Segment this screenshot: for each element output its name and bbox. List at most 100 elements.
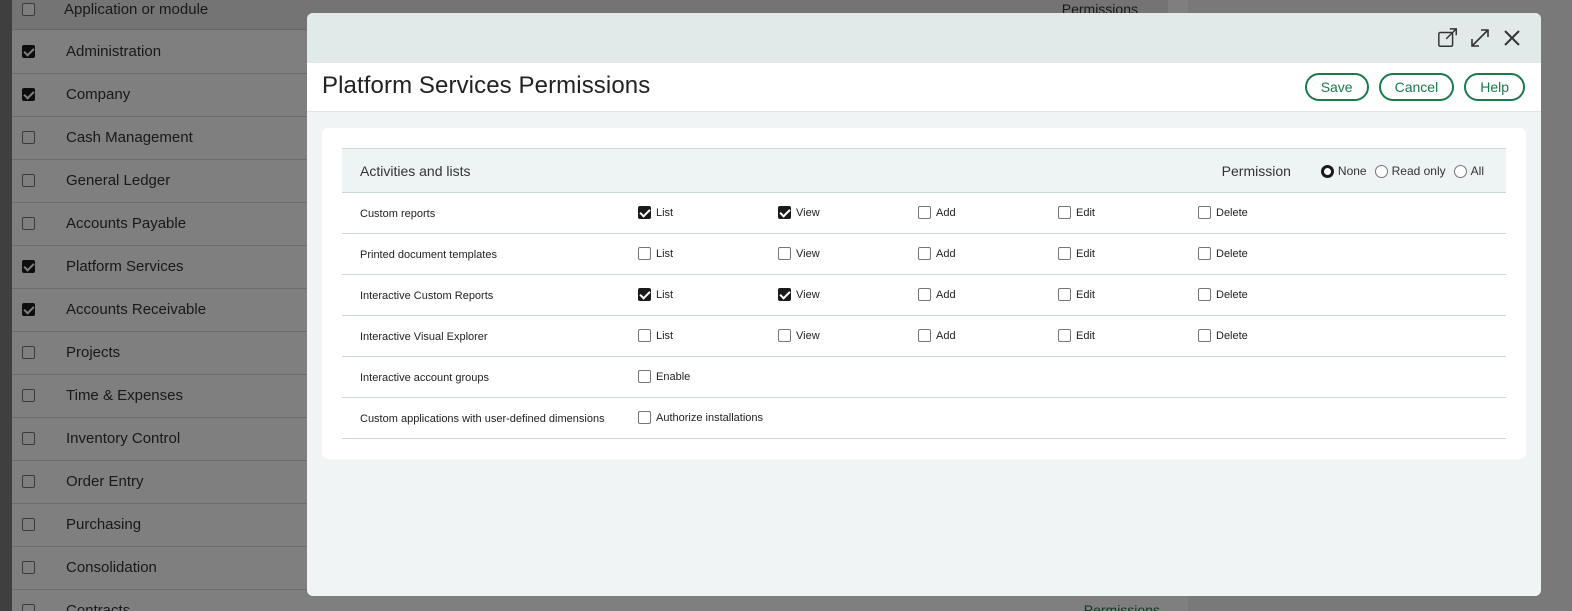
option-label: View bbox=[796, 288, 820, 301]
edit-checkbox[interactable] bbox=[1058, 288, 1071, 301]
permission-radio-read-only[interactable]: Read only bbox=[1374, 164, 1446, 178]
option-view[interactable]: View bbox=[778, 329, 820, 342]
permission-radio-all[interactable]: All bbox=[1453, 164, 1484, 178]
radio-label: All bbox=[1470, 164, 1484, 178]
list-checkbox[interactable] bbox=[638, 288, 651, 301]
list-checkbox[interactable] bbox=[638, 329, 651, 342]
table-row: Custom reports List View Add Edit Delete bbox=[342, 193, 1506, 234]
modal-header: Platform Services Permissions Save Cance… bbox=[307, 63, 1541, 112]
activity-name: Custom reports bbox=[360, 208, 436, 220]
permission-radio-none[interactable]: None bbox=[1320, 164, 1367, 178]
add-checkbox[interactable] bbox=[918, 247, 931, 260]
edit-checkbox[interactable] bbox=[1058, 206, 1071, 219]
activity-name: Printed document templates bbox=[360, 249, 497, 261]
option-delete[interactable]: Delete bbox=[1198, 247, 1248, 260]
view-checkbox[interactable] bbox=[778, 247, 791, 260]
option-label: Edit bbox=[1076, 206, 1095, 219]
help-button[interactable]: Help bbox=[1464, 73, 1525, 101]
option-add[interactable]: Add bbox=[918, 288, 956, 301]
add-checkbox[interactable] bbox=[918, 288, 931, 301]
option-delete[interactable]: Delete bbox=[1198, 288, 1248, 301]
option-list[interactable]: List bbox=[638, 288, 673, 301]
option-edit[interactable]: Edit bbox=[1058, 206, 1095, 219]
option-label: Delete bbox=[1216, 329, 1248, 342]
table-row: Custom applications with user-defined di… bbox=[342, 398, 1506, 439]
option-label: Add bbox=[936, 329, 956, 342]
option-label: View bbox=[796, 329, 820, 342]
option-label: Delete bbox=[1216, 288, 1248, 301]
option-view[interactable]: View bbox=[778, 206, 820, 219]
activity-name: Custom applications with user-defined di… bbox=[360, 413, 605, 425]
option-list[interactable]: List bbox=[638, 329, 673, 342]
option-delete[interactable]: Delete bbox=[1198, 206, 1248, 219]
page-title: Platform Services Permissions bbox=[322, 72, 651, 99]
option-label: List bbox=[656, 206, 674, 219]
option-edit[interactable]: Edit bbox=[1058, 288, 1095, 301]
option-add[interactable]: Add bbox=[918, 247, 956, 260]
delete-checkbox[interactable] bbox=[1198, 288, 1211, 301]
permissions-card: Activities and lists Permission None Read… bbox=[322, 128, 1526, 459]
activity-name: Interactive Visual Explorer bbox=[360, 331, 488, 343]
option-label: List bbox=[656, 247, 674, 260]
permission-radio-group: Permission None Read only All bbox=[1222, 163, 1484, 179]
permissions-table: Activities and lists Permission None Read… bbox=[342, 148, 1506, 439]
expand-icon[interactable] bbox=[1469, 27, 1491, 49]
activity-name: Interactive Custom Reports bbox=[360, 290, 494, 302]
save-button[interactable]: Save bbox=[1304, 73, 1369, 101]
cancel-button[interactable]: Cancel bbox=[1378, 73, 1455, 101]
option-label: List bbox=[656, 329, 674, 342]
option-label: View bbox=[796, 247, 820, 260]
edit-checkbox[interactable] bbox=[1058, 247, 1071, 260]
table-row: Interactive Visual Explorer List View Add Ed… bbox=[342, 316, 1506, 357]
option-view[interactable]: View bbox=[778, 288, 820, 301]
option-label: Add bbox=[936, 206, 956, 219]
option-list[interactable]: List bbox=[638, 206, 673, 219]
option-enable[interactable]: Enable bbox=[638, 370, 690, 383]
radio-button[interactable] bbox=[1320, 164, 1334, 178]
option-delete[interactable]: Delete bbox=[1198, 329, 1248, 342]
open-new-window-icon[interactable] bbox=[1437, 27, 1459, 49]
list-checkbox[interactable] bbox=[638, 206, 651, 219]
table-row: Interactive Custom Reports List View Add Edi… bbox=[342, 275, 1506, 316]
view-checkbox[interactable] bbox=[778, 206, 791, 219]
table-row: Printed document templates List View Add Edi… bbox=[342, 234, 1506, 275]
add-checkbox[interactable] bbox=[918, 206, 931, 219]
delete-checkbox[interactable] bbox=[1198, 247, 1211, 260]
view-checkbox[interactable] bbox=[778, 288, 791, 301]
list-checkbox[interactable] bbox=[638, 247, 651, 260]
option-label: Add bbox=[936, 288, 956, 301]
option-edit[interactable]: Edit bbox=[1058, 247, 1095, 260]
radio-button[interactable] bbox=[1374, 164, 1388, 178]
authorize-installations-checkbox[interactable] bbox=[638, 411, 651, 424]
radio-button[interactable] bbox=[1453, 164, 1467, 178]
option-label: Enable bbox=[656, 370, 691, 383]
permissions-modal: Platform Services Permissions Save Cance… bbox=[307, 13, 1541, 596]
option-label: Add bbox=[936, 247, 956, 260]
activity-name: Interactive account groups bbox=[360, 372, 490, 384]
delete-checkbox[interactable] bbox=[1198, 329, 1211, 342]
option-view[interactable]: View bbox=[778, 247, 820, 260]
table-row: Interactive account groups Enable bbox=[342, 357, 1506, 398]
permission-label: Permission bbox=[1221, 163, 1291, 179]
delete-checkbox[interactable] bbox=[1198, 206, 1211, 219]
radio-label: Read only bbox=[1391, 164, 1446, 178]
enable-checkbox[interactable] bbox=[638, 370, 651, 383]
close-icon[interactable] bbox=[1501, 27, 1523, 49]
option-label: Delete bbox=[1216, 206, 1248, 219]
table-header: Activities and lists Permission None Read… bbox=[342, 148, 1506, 193]
option-add[interactable]: Add bbox=[918, 329, 956, 342]
option-label: Delete bbox=[1216, 247, 1248, 260]
radio-label: None bbox=[1337, 164, 1367, 178]
option-label: View bbox=[796, 206, 820, 219]
modal-toolbar bbox=[307, 13, 1541, 63]
option-edit[interactable]: Edit bbox=[1058, 329, 1095, 342]
option-label: Edit bbox=[1076, 329, 1095, 342]
add-checkbox[interactable] bbox=[918, 329, 931, 342]
view-checkbox[interactable] bbox=[778, 329, 791, 342]
edit-checkbox[interactable] bbox=[1058, 329, 1071, 342]
activities-header: Activities and lists bbox=[360, 163, 471, 179]
option-add[interactable]: Add bbox=[918, 206, 956, 219]
option-list[interactable]: List bbox=[638, 247, 673, 260]
option-label: Edit bbox=[1076, 288, 1095, 301]
option-authorize-installations[interactable]: Authorize installations bbox=[638, 411, 763, 424]
